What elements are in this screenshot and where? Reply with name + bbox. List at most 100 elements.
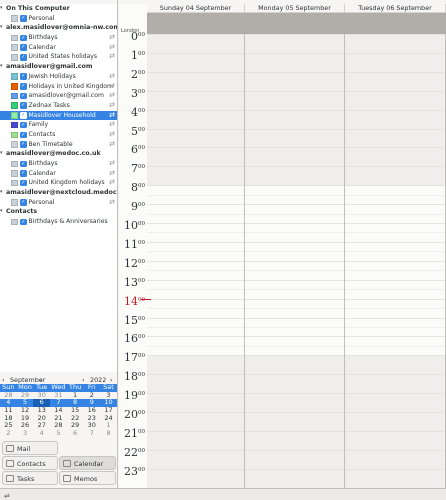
hour-minutes: 00 <box>138 334 145 341</box>
day-cell[interactable]: 4 <box>33 429 50 438</box>
day-cell[interactable]: 5 <box>50 429 67 438</box>
source-group[interactable]: ▾amasidlover@nextcloud.medoc.co.uk <box>0 188 117 198</box>
checkbox[interactable]: ✓ <box>20 73 27 80</box>
expander-icon[interactable]: ▾ <box>0 62 3 72</box>
hour-label: 18 00 <box>119 370 147 386</box>
mail-switch-label: Mail <box>17 445 31 453</box>
day-cell[interactable]: 3 <box>17 429 34 438</box>
hour-minutes: 00 <box>138 32 145 38</box>
mail-switch-button[interactable]: Mail <box>2 441 58 455</box>
checkbox[interactable]: ✓ <box>20 102 27 109</box>
hour-number: 22 <box>124 445 138 459</box>
sync-icon: ⇄ <box>109 100 115 109</box>
hour-label: 10 00 <box>119 219 147 235</box>
hour-number: 13 <box>124 275 138 289</box>
hour-label: 22 00 <box>119 446 147 462</box>
day-cell[interactable]: 2 <box>0 429 17 438</box>
checkbox[interactable]: ✓ <box>20 44 27 51</box>
time-grid[interactable] <box>141 34 446 488</box>
expander-icon[interactable]: ▾ <box>0 23 3 33</box>
source-group-title: alex.masidlover@omnia-nw.com <box>6 24 117 32</box>
prev-year-button[interactable]: ‹ <box>82 376 85 384</box>
hour-number: 23 <box>124 464 138 478</box>
source-group[interactable]: ▾ amasidlover@gmail.com <box>0 62 117 72</box>
checkbox[interactable]: ✓ <box>20 199 27 206</box>
day-column[interactable] <box>147 34 446 488</box>
calendar-source-item[interactable]: ✓ Family ⇄ <box>0 120 117 130</box>
checkbox[interactable]: ✓ <box>20 131 27 139</box>
checkbox[interactable]: ✓ <box>20 121 27 129</box>
calendar-source-label: Masidlover Household <box>28 111 96 119</box>
hour-label: 9 00 <box>119 200 147 216</box>
hour-label: 8 00 <box>119 181 147 197</box>
calendar-source-item[interactable]: ✓ Birthdays ⇄ <box>0 33 117 43</box>
calendar-source-item[interactable]: ✓ Personal <box>0 14 117 24</box>
calendar-source-item[interactable]: ✓ Ben Timetable ⇄ <box>0 140 117 150</box>
checkbox[interactable]: ✓ <box>20 112 27 119</box>
source-group[interactable]: ▾ Contacts <box>0 207 117 217</box>
checkbox[interactable]: ✓ <box>20 170 27 177</box>
source-group[interactable]: ▾ On This Computer <box>0 4 117 14</box>
calendar-source-item[interactable]: ✓ Jewish Holidays ⇄ <box>0 72 117 82</box>
current-time-marker <box>141 298 151 300</box>
calendar-source-item[interactable]: ✓ United Kingdom holidays ⇄ <box>0 178 117 188</box>
hour-label: 17 00 <box>119 351 147 367</box>
checkbox[interactable]: ✓ <box>20 92 27 100</box>
hour-label: 20 00 <box>119 408 147 424</box>
sync-icon: ⇄ <box>109 52 115 61</box>
sync-icon: ⇄ <box>109 129 115 138</box>
week-row[interactable]: 2345678 <box>0 429 117 438</box>
calendar-source-item[interactable]: ✓ amasidlover@gmail.com ⇄ <box>0 91 117 101</box>
calendar-source-item[interactable]: ✓ Personal ⇄ <box>0 198 117 208</box>
day-header[interactable]: Sunday 04 September <box>147 4 245 13</box>
day-header[interactable]: Monday 05 September <box>245 4 345 13</box>
tasks-switch-button[interactable]: Tasks <box>2 471 58 485</box>
checkbox[interactable]: ✓ <box>20 83 27 90</box>
checkbox[interactable]: ✓ <box>20 141 27 148</box>
hour-number: 1 <box>131 48 138 62</box>
calendar-switch-button[interactable]: Calendar <box>59 456 116 470</box>
checkbox[interactable]: ✓ <box>20 34 27 42</box>
sync-icon: ⇄ <box>109 120 115 129</box>
calendar-source-item[interactable]: ✓ Contacts ⇄ <box>0 130 117 140</box>
hour-minutes: 00 <box>138 50 145 57</box>
checkbox[interactable]: ✓ <box>20 54 27 61</box>
hour-label: 19 00 <box>119 389 147 405</box>
calendar-source-label: Jewish Holidays <box>28 72 76 80</box>
calendar-source-item[interactable]: ✓ Masidlover Household ⇄ <box>0 110 117 121</box>
day-cell[interactable]: 8 <box>100 429 117 438</box>
hour-label: 14 00 <box>119 295 147 311</box>
calendar-source-item[interactable]: ✓ Zednax Tasks ⇄ <box>0 101 117 111</box>
hour-number: 6 <box>131 143 138 157</box>
expander-icon[interactable]: ▾ <box>0 4 3 14</box>
checkbox[interactable]: ✓ <box>20 15 27 22</box>
day-header[interactable]: Tuesday 06 September <box>345 4 446 13</box>
calendar-source-item[interactable]: ✓ Holidays in United Kingdom ⇄ <box>0 82 117 92</box>
calendar-source-list[interactable]: ▾ On This Computer ✓ Personal ▾ alex.masidlov… <box>0 4 117 372</box>
calendar-source-item[interactable]: ✓ Birthdays ⇄ <box>0 159 117 169</box>
contacts-switch-button[interactable]: Contacts <box>2 456 58 470</box>
calendar-source-label: Personal <box>28 14 55 22</box>
checkbox[interactable]: ✓ <box>20 179 27 187</box>
checkbox[interactable]: ✓ <box>20 160 27 168</box>
checkbox[interactable]: ✓ <box>20 218 27 226</box>
hour-minutes: 00 <box>138 107 145 114</box>
source-group[interactable]: ▾ alex.masidlover@omnia-nw.com <box>0 23 117 33</box>
expander-icon[interactable]: ▾ <box>0 207 3 217</box>
expander-icon[interactable]: ▾ <box>0 188 3 198</box>
hour-number: 9 <box>131 200 138 214</box>
all-day-area[interactable] <box>147 13 446 34</box>
expander-icon[interactable]: ▾ <box>0 149 3 159</box>
calendar-source-item[interactable]: ✓ Calendar ⇄ <box>0 169 117 179</box>
hour-number: 17 <box>124 351 138 365</box>
calendar-source-item[interactable]: ✓ United States holidays ⇄ <box>0 52 117 62</box>
hour-label: 6 00 <box>119 143 147 159</box>
memos-switch-button[interactable]: Memos <box>59 471 116 485</box>
source-group[interactable]: ▾ amasidlover@medoc.co.uk <box>0 149 117 159</box>
day-cell[interactable]: 7 <box>83 429 100 438</box>
hour-minutes: 00 <box>138 126 145 133</box>
calendar-source-item[interactable]: ✓ Birthdays & Anniversaries <box>0 217 117 227</box>
mini-calendar-grid[interactable]: Sun Mon Tue Wed Thu Fri Sat 28 29 30 31 1 2 3 4 5 6 7 8 9 10… <box>0 383 117 438</box>
calendar-source-item[interactable]: ✓ Calendar ⇄ <box>0 43 117 53</box>
day-cell[interactable]: 6 <box>67 429 84 438</box>
